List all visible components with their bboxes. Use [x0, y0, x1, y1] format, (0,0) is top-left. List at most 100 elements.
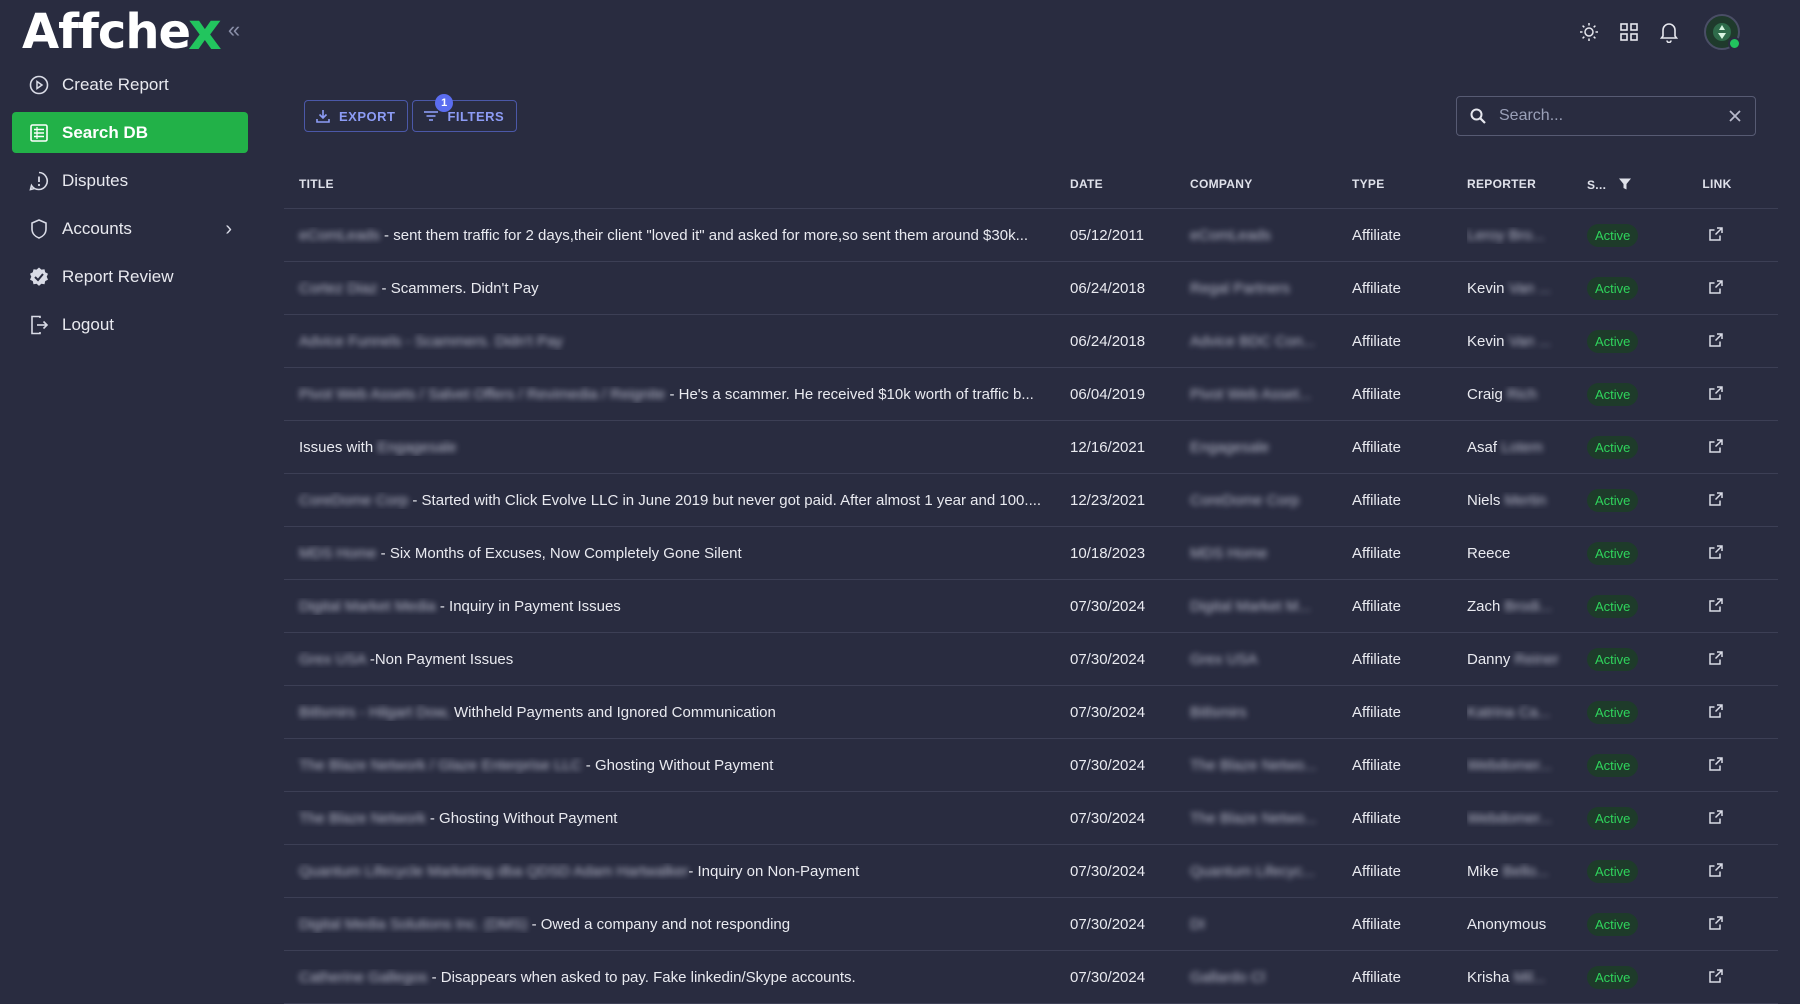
cell-type: Affiliate [1352, 438, 1401, 456]
table-row[interactable]: Cortez Diaz - Scammers. Didn't Pay 06/24/… [284, 262, 1778, 315]
sidebar-item-logout[interactable]: Logout [12, 304, 248, 345]
cell-link [1687, 756, 1747, 774]
brand-logo[interactable]: Affche x [22, 2, 222, 62]
external-link-icon[interactable] [1708, 332, 1726, 350]
cell-title[interactable]: eComLeads - sent them traffic for 2 days… [284, 227, 1070, 244]
sidebar-nav: Create Report Search DB Disputes Account… [12, 64, 248, 352]
table-row[interactable]: Quantum Lifecycle Marketing dba QDSD Ada… [284, 845, 1778, 898]
shield-icon [28, 218, 50, 240]
cell-title[interactable]: Quantum Lifecycle Marketing dba QDSD Ada… [284, 863, 1070, 880]
external-link-icon[interactable] [1708, 703, 1726, 721]
export-label: EXPORT [339, 108, 396, 124]
cell-link [1687, 703, 1747, 721]
table-row[interactable]: Digital Market Media - Inquiry in Paymen… [284, 580, 1778, 633]
table-row[interactable]: Issues with Engagesale 12/16/2021 Engagesa… [284, 421, 1778, 474]
sidebar-item-search-db[interactable]: Search DB [12, 112, 248, 153]
table-row[interactable]: Digital Media Solutions Inc. (DMS) - Owe… [284, 898, 1778, 951]
table-row[interactable]: Bitlsmirs - Hilgart Dow, Withheld Paymen… [284, 686, 1778, 739]
redacted-reporter: Leroy Bro... [1467, 226, 1545, 244]
cell-company: Regal Partners [1190, 279, 1291, 297]
redacted-reporter: Van ... [1508, 332, 1551, 350]
table-row[interactable]: Pivot Web Assets / Salvet Offers / Revim… [284, 368, 1778, 421]
cell-title[interactable]: Catherine Gallegos - Disappears when ask… [284, 969, 1070, 986]
cell-title[interactable]: Digital Media Solutions Inc. (DMS) - Owe… [284, 916, 1070, 933]
cell-title[interactable]: The Blaze Network - Ghosting Without Pay… [284, 810, 1070, 827]
cell-reporter: Danny Reiner [1467, 651, 1587, 668]
cell-title[interactable]: Issues with Engagesale [284, 439, 1070, 456]
collapse-sidebar-icon[interactable]: « [222, 18, 246, 42]
sidebar: Affche x « Create Report Search DB Disput… [0, 0, 260, 999]
external-link-icon[interactable] [1708, 491, 1726, 509]
table-row[interactable]: Grex USA -Non Payment Issues 07/30/2024 Gr… [284, 633, 1778, 686]
avatar[interactable] [1704, 14, 1741, 50]
title-text: - Scammers. Didn't Pay [377, 279, 539, 297]
sidebar-item-report-review[interactable]: Report Review [12, 256, 248, 297]
external-link-icon[interactable] [1708, 438, 1726, 456]
grid-icon[interactable] [1616, 19, 1642, 45]
cell-title[interactable]: MDS Home - Six Months of Excuses, Now Co… [284, 545, 1070, 562]
column-header-link[interactable]: LINK [1687, 177, 1747, 191]
cell-title[interactable]: Advice Funnels - Scammers. Didn't Pay [284, 333, 1070, 350]
external-link-icon[interactable] [1708, 809, 1726, 827]
cell-type: Affiliate [1352, 809, 1401, 827]
sun-icon[interactable] [1576, 19, 1602, 45]
sidebar-item-accounts[interactable]: Accounts › [12, 208, 248, 249]
title-text: Issues with [299, 438, 378, 456]
cell-title[interactable]: The Blaze Network / Glaze Enterprise LLC… [284, 757, 1070, 774]
external-link-icon[interactable] [1708, 385, 1726, 403]
cell-company: DI [1190, 915, 1205, 933]
external-link-icon[interactable] [1708, 650, 1726, 668]
column-header-company[interactable]: COMPANY [1190, 177, 1352, 191]
cell-company: Advice BDC Con... [1190, 332, 1316, 350]
table-row[interactable]: CoreDome Corp - Started with Click Evolv… [284, 474, 1778, 527]
filters-button[interactable]: 1 FILTERS [412, 94, 518, 132]
cell-title[interactable]: Cortez Diaz - Scammers. Didn't Pay [284, 280, 1070, 297]
search-input[interactable] [1497, 106, 1727, 126]
external-link-icon[interactable] [1708, 226, 1726, 244]
status-badge: Active [1587, 859, 1639, 883]
column-header-title[interactable]: TITLE [284, 177, 1070, 191]
cell-link [1687, 968, 1747, 986]
filters-label: FILTERS [447, 108, 505, 124]
table-row[interactable]: The Blaze Network / Glaze Enterprise LLC… [284, 739, 1778, 792]
reporter-name: Craig [1467, 385, 1508, 403]
sidebar-item-disputes[interactable]: Disputes [12, 160, 248, 201]
column-header-type[interactable]: TYPE [1352, 177, 1467, 191]
sidebar-item-create-report[interactable]: Create Report [12, 64, 248, 105]
cell-reporter: Mike Bello... [1467, 863, 1587, 880]
column-header-reporter[interactable]: REPORTER [1467, 177, 1587, 191]
external-link-icon[interactable] [1708, 862, 1726, 880]
redacted-reporter: Mertin [1504, 491, 1547, 509]
cell-company: The Blaze Netwo... [1190, 756, 1317, 774]
table-row[interactable]: eComLeads - sent them traffic for 2 days… [284, 209, 1778, 262]
export-button[interactable]: EXPORT [304, 100, 409, 132]
cell-title[interactable]: Pivot Web Assets / Salvet Offers / Revim… [284, 386, 1070, 403]
external-link-icon[interactable] [1708, 597, 1726, 615]
column-filter-icon[interactable] [1618, 177, 1632, 191]
cell-title[interactable]: Bitlsmirs - Hilgart Dow, Withheld Paymen… [284, 704, 1070, 721]
table-row[interactable]: MDS Home - Six Months of Excuses, Now Co… [284, 527, 1778, 580]
cell-link [1687, 226, 1747, 244]
cell-reporter: Kevin Van ... [1467, 280, 1587, 297]
sidebar-item-label: Disputes [62, 170, 129, 190]
table-row[interactable]: Advice Funnels - Scammers. Didn't Pay 06/… [284, 315, 1778, 368]
cell-reporter: Reece [1467, 545, 1587, 562]
table-row[interactable]: The Blaze Network - Ghosting Without Pay… [284, 792, 1778, 845]
clear-search-icon[interactable] [1727, 108, 1743, 124]
external-link-icon[interactable] [1708, 915, 1726, 933]
verified-badge-icon [28, 266, 50, 288]
cell-title[interactable]: CoreDome Corp - Started with Click Evolv… [284, 492, 1070, 509]
external-link-icon[interactable] [1708, 756, 1726, 774]
cell-title[interactable]: Grex USA -Non Payment Issues [284, 651, 1070, 668]
external-link-icon[interactable] [1708, 544, 1726, 562]
table-row[interactable]: Catherine Gallegos - Disappears when ask… [284, 951, 1778, 1004]
bell-icon[interactable] [1656, 19, 1682, 45]
redacted-reporter: Katrina Ca... [1467, 703, 1551, 721]
column-header-status[interactable]: S... [1587, 177, 1687, 192]
external-link-icon[interactable] [1708, 279, 1726, 297]
external-link-icon[interactable] [1708, 968, 1726, 986]
cell-date: 12/16/2021 [1070, 438, 1146, 456]
column-header-date[interactable]: DATE [1070, 177, 1190, 191]
cell-title[interactable]: Digital Market Media - Inquiry in Paymen… [284, 598, 1070, 615]
cell-type: Affiliate [1352, 491, 1401, 509]
